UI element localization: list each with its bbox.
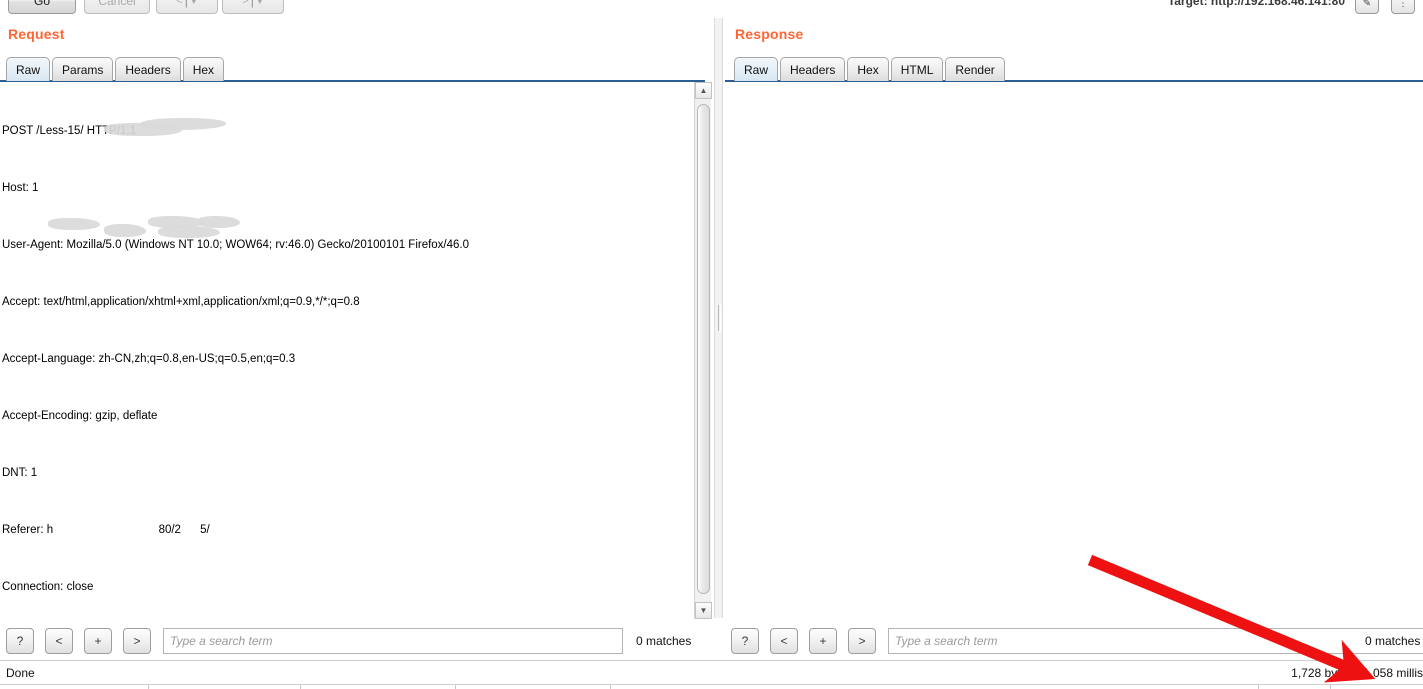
target-label: Target: http://192.168.46.141:80 (1167, 0, 1345, 8)
cancel-button-label: Cancel (98, 0, 136, 8)
plus-icon: + (819, 634, 827, 648)
request-search-next-button[interactable]: > (123, 628, 151, 654)
tab-label: Raw (16, 62, 41, 77)
response-panel-title: Response (735, 26, 804, 42)
redaction-smudge (198, 216, 240, 228)
request-search-placeholder: Type a search term (170, 634, 273, 648)
go-button[interactable]: Go (8, 0, 76, 14)
request-line-host: Host: 1 (2, 182, 39, 194)
edge-divider (610, 685, 611, 689)
response-search-help-button[interactable]: ? (731, 628, 759, 654)
request-match-count: 0 matches (636, 634, 692, 648)
request-line: Accept: text/html,application/xhtml+xml,… (2, 296, 360, 308)
button-divider: | (184, 0, 188, 8)
request-search-prev-button[interactable]: < (45, 628, 73, 654)
window-bottom-edge (0, 684, 1423, 689)
redaction-smudge (48, 218, 100, 230)
chevron-down-icon: ▼ (189, 0, 198, 6)
plus-icon: + (94, 634, 102, 648)
edge-divider (455, 685, 456, 689)
button-divider: | (250, 0, 254, 8)
response-match-count: 0 matches (1365, 634, 1421, 648)
edge-divider (300, 685, 301, 689)
edge-divider (148, 685, 149, 689)
response-tab-hex[interactable]: Hex (847, 57, 889, 81)
scroll-down-icon[interactable]: ▼ (695, 602, 712, 619)
tab-label: Render (955, 62, 995, 77)
request-vertical-scrollbar[interactable]: ▲ ▼ (694, 82, 712, 619)
response-search-placeholder: Type a search term (895, 634, 998, 648)
edge-divider (1330, 685, 1331, 689)
request-line: Connection: close (2, 581, 94, 593)
response-search-next-button[interactable]: > (848, 628, 876, 654)
request-search-input[interactable]: Type a search term (163, 628, 623, 654)
response-panel: Response Raw Headers Hex HTML Render <in… (725, 18, 1423, 618)
burp-repeater-window: Go Cancel < | ▼ > | ▼ Target: http://192… (0, 0, 1423, 689)
request-line: DNT: 1 (2, 467, 38, 479)
tab-label: Raw (744, 62, 769, 77)
target-options-button[interactable]: ⋮ (1391, 0, 1415, 14)
repeater-toolbar: Go Cancel < | ▼ > | ▼ Target: http://192… (0, 0, 1423, 16)
question-mark-icon: ? (16, 634, 24, 648)
response-size-and-time: 1,728 bytes | 1,058 millis (1291, 666, 1423, 680)
left-arrow-icon: < (55, 634, 63, 648)
scroll-up-icon[interactable]: ▲ (695, 82, 712, 99)
request-editor[interactable]: POST /Less-15/ HTTP/1.1 Host: 1 User-Age… (0, 82, 690, 619)
request-search-bar: ? < + > Type a search term 0 matches (0, 625, 712, 659)
response-search-prev-button[interactable]: < (770, 628, 798, 654)
request-panel: Request Raw Params Headers Hex POST /Les… (0, 18, 712, 619)
request-line: User-Agent: Mozilla/5.0 (Windows NT 10.0… (2, 239, 470, 251)
right-arrow-icon: > (242, 0, 249, 7)
tab-label: Headers (790, 62, 836, 77)
target-edit-button[interactable]: ✎ (1355, 0, 1379, 14)
tab-label: Params (62, 62, 104, 77)
request-line: Accept-Encoding: gzip, deflate (2, 410, 158, 422)
info-icon: ⋮ (1398, 0, 1408, 9)
go-button-label: Go (33, 0, 50, 8)
chevron-down-icon: ▼ (255, 0, 264, 6)
tab-label: Hex (857, 62, 879, 77)
request-tab-hex[interactable]: Hex (182, 57, 225, 81)
status-message: Done (6, 666, 35, 680)
edge-divider (1258, 685, 1259, 689)
response-search-bar: ? < + > Type a search term 0 matches (725, 625, 1423, 659)
response-tab-render[interactable]: Render (945, 57, 1005, 81)
request-tab-headers[interactable]: Headers (115, 57, 181, 81)
response-search-add-button[interactable]: + (809, 628, 837, 654)
request-search-help-button[interactable]: ? (6, 628, 34, 654)
right-arrow-icon: > (858, 634, 866, 648)
response-tab-strip: Raw Headers Hex HTML Render (734, 55, 1007, 81)
left-arrow-icon: < (780, 634, 788, 648)
panel-splitter[interactable] (714, 18, 723, 618)
request-line-referer: Referer: h 80/2 5/ (2, 524, 210, 536)
cancel-button[interactable]: Cancel (84, 0, 150, 14)
response-tab-html[interactable]: HTML (890, 57, 944, 81)
tab-label: HTML (900, 62, 934, 77)
splitter-grip[interactable] (718, 305, 721, 331)
right-arrow-icon: > (133, 634, 141, 648)
response-tab-headers[interactable]: Headers (780, 57, 846, 81)
question-mark-icon: ? (741, 634, 749, 648)
pencil-icon: ✎ (1362, 0, 1372, 9)
request-tab-strip: Raw Params Headers Hex (6, 55, 226, 81)
tab-label: Hex (192, 62, 215, 77)
request-search-add-button[interactable]: + (84, 628, 112, 654)
request-line: Accept-Language: zh-CN,zh;q=0.8,en-US;q=… (2, 353, 296, 365)
previous-request-button[interactable]: < | ▼ (156, 0, 218, 14)
response-search-input[interactable]: Type a search term (888, 628, 1423, 654)
request-tab-raw[interactable]: Raw (6, 57, 51, 81)
tab-label: Headers (125, 62, 171, 77)
request-panel-title: Request (8, 26, 65, 42)
request-tab-params[interactable]: Params (52, 57, 114, 81)
redaction-smudge (104, 224, 146, 237)
scrollbar-thumb[interactable] (697, 104, 710, 594)
left-arrow-icon: < (176, 0, 183, 7)
next-request-button[interactable]: > | ▼ (222, 0, 284, 14)
response-tab-raw[interactable]: Raw (734, 57, 779, 81)
